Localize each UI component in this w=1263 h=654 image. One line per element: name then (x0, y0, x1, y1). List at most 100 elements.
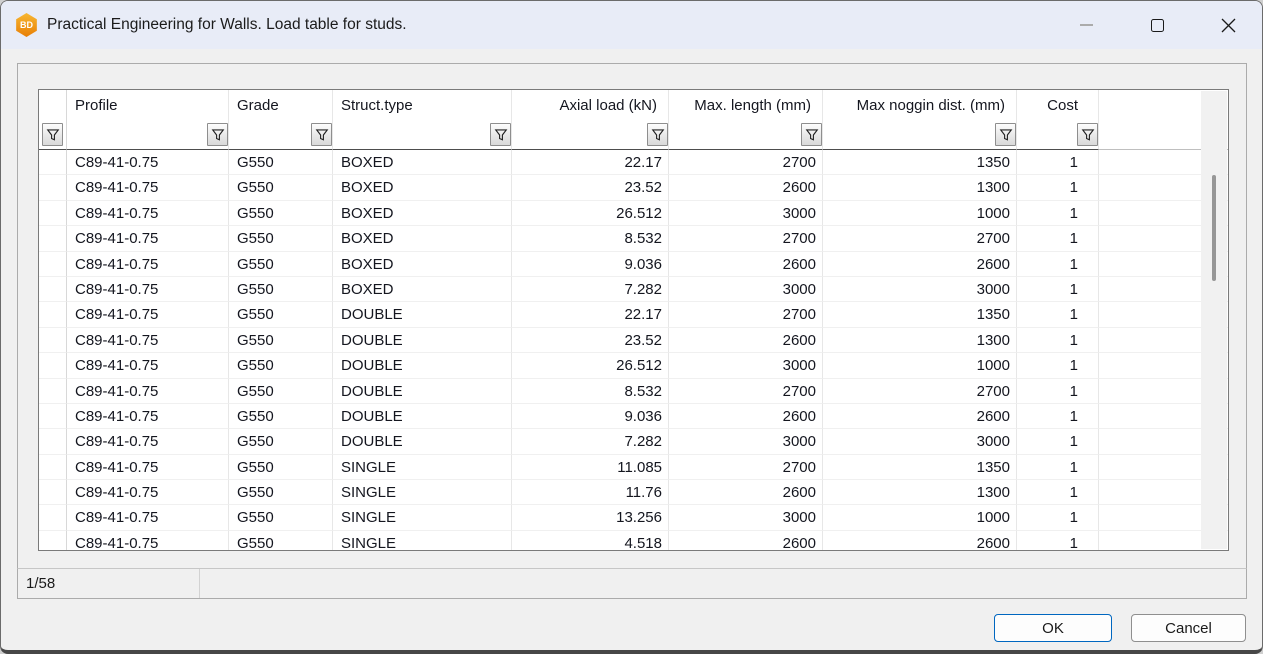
filter-button-cost[interactable] (1077, 123, 1098, 146)
row-selector[interactable] (39, 531, 67, 551)
cancel-button[interactable]: Cancel (1131, 614, 1246, 642)
table-row[interactable]: C89-41-0.75G550DOUBLE23.52260013001 (39, 328, 1228, 353)
column-header-cost[interactable]: Cost (1017, 90, 1099, 120)
cell-grade: G550 (229, 429, 333, 454)
table-header-row: ProfileGradeStruct.typeAxial load (kN)Ma… (39, 90, 1228, 120)
row-selector[interactable] (39, 328, 67, 353)
cell-cost: 1 (1017, 505, 1099, 530)
cell-cost: 1 (1017, 277, 1099, 302)
cell-axial-load: 9.036 (512, 252, 669, 277)
close-button[interactable] (1205, 1, 1251, 49)
cell-cost: 1 (1017, 302, 1099, 327)
filter-button-max-length[interactable] (801, 123, 822, 146)
row-selector[interactable] (39, 252, 67, 277)
cell-grade: G550 (229, 175, 333, 200)
cell-cost: 1 (1017, 226, 1099, 251)
filter-cell-max-noggin-dist[interactable] (823, 120, 1017, 150)
cell-struct-type: SINGLE (333, 531, 512, 551)
cell-profile: C89-41-0.75 (67, 480, 229, 505)
table-row[interactable]: C89-41-0.75G550BOXED9.036260026001 (39, 252, 1228, 277)
cell-profile: C89-41-0.75 (67, 379, 229, 404)
cell-cost: 1 (1017, 175, 1099, 200)
cell-grade: G550 (229, 328, 333, 353)
cell-cost: 1 (1017, 328, 1099, 353)
cell-grade: G550 (229, 531, 333, 551)
filter-cell-max-length[interactable] (669, 120, 823, 150)
table-row[interactable]: C89-41-0.75G550BOXED22.17270013501 (39, 150, 1228, 175)
row-selector[interactable] (39, 404, 67, 429)
table-row[interactable]: C89-41-0.75G550DOUBLE9.036260026001 (39, 404, 1228, 429)
scrollbar-thumb[interactable] (1212, 175, 1216, 281)
filter-cell-axial-load[interactable] (512, 120, 669, 150)
cell-cost: 1 (1017, 353, 1099, 378)
row-selector[interactable] (39, 353, 67, 378)
row-selector[interactable] (39, 201, 67, 226)
cell-max-noggin-dist: 1000 (823, 201, 1017, 226)
filter-button-axial-load[interactable] (647, 123, 668, 146)
table-row[interactable]: C89-41-0.75G550BOXED26.512300010001 (39, 201, 1228, 226)
cell-struct-type: DOUBLE (333, 302, 512, 327)
column-header-grade[interactable]: Grade (229, 90, 333, 120)
funnel-icon (46, 128, 60, 142)
row-selector[interactable] (39, 505, 67, 530)
filter-cell-grade[interactable] (229, 120, 333, 150)
close-icon (1221, 18, 1236, 33)
table-row[interactable]: C89-41-0.75G550BOXED8.532270027001 (39, 226, 1228, 251)
row-selector[interactable] (39, 302, 67, 327)
cell-profile: C89-41-0.75 (67, 531, 229, 551)
maximize-icon (1151, 19, 1164, 32)
minimize-button[interactable] (1063, 1, 1109, 49)
cell-axial-load: 8.532 (512, 226, 669, 251)
filter-cell-profile[interactable] (67, 120, 229, 150)
table-filter-row (39, 120, 1228, 150)
app-icon: BD (15, 13, 38, 37)
column-header-profile[interactable]: Profile (67, 90, 229, 120)
cell-grade: G550 (229, 226, 333, 251)
cell-axial-load: 13.256 (512, 505, 669, 530)
table-row[interactable]: C89-41-0.75G550SINGLE13.256300010001 (39, 505, 1228, 530)
table-row[interactable]: C89-41-0.75G550SINGLE11.085270013501 (39, 455, 1228, 480)
row-selector[interactable] (39, 379, 67, 404)
column-header-axial-load[interactable]: Axial load (kN) (512, 90, 669, 120)
cell-max-length: 2700 (669, 302, 823, 327)
row-selector[interactable] (39, 175, 67, 200)
cell-struct-type: DOUBLE (333, 328, 512, 353)
table-row[interactable]: C89-41-0.75G550DOUBLE8.532270027001 (39, 379, 1228, 404)
cell-grade: G550 (229, 505, 333, 530)
cell-struct-type: DOUBLE (333, 379, 512, 404)
cell-profile: C89-41-0.75 (67, 226, 229, 251)
row-selector[interactable] (39, 226, 67, 251)
cell-max-noggin-dist: 1000 (823, 353, 1017, 378)
minimize-icon (1080, 24, 1093, 26)
ok-button[interactable]: OK (994, 614, 1112, 642)
filter-button-selector[interactable] (42, 123, 63, 146)
filter-button-profile[interactable] (207, 123, 228, 146)
cell-axial-load: 23.52 (512, 328, 669, 353)
cell-axial-load: 26.512 (512, 201, 669, 226)
column-header-max-noggin-dist[interactable]: Max noggin dist. (mm) (823, 90, 1017, 120)
cell-axial-load: 8.532 (512, 379, 669, 404)
filter-cell-cost[interactable] (1017, 120, 1099, 150)
row-selector[interactable] (39, 277, 67, 302)
filter-cell-struct-type[interactable] (333, 120, 512, 150)
column-header-struct-type[interactable]: Struct.type (333, 90, 512, 120)
table-row[interactable]: C89-41-0.75G550BOXED7.282300030001 (39, 277, 1228, 302)
table-row[interactable]: C89-41-0.75G550DOUBLE26.512300010001 (39, 353, 1228, 378)
filter-button-struct-type[interactable] (490, 123, 511, 146)
table-row[interactable]: C89-41-0.75G550BOXED23.52260013001 (39, 175, 1228, 200)
filter-button-max-noggin-dist[interactable] (995, 123, 1016, 146)
table-row[interactable]: C89-41-0.75G550DOUBLE22.17270013501 (39, 302, 1228, 327)
row-selector[interactable] (39, 150, 67, 175)
vertical-scrollbar[interactable] (1201, 91, 1227, 549)
table-row[interactable]: C89-41-0.75G550SINGLE11.76260013001 (39, 480, 1228, 505)
maximize-button[interactable] (1134, 1, 1180, 49)
cell-max-length: 3000 (669, 505, 823, 530)
row-selector[interactable] (39, 480, 67, 505)
row-selector[interactable] (39, 455, 67, 480)
filter-button-grade[interactable] (311, 123, 332, 146)
column-header-max-length[interactable]: Max. length (mm) (669, 90, 823, 120)
table-row[interactable]: C89-41-0.75G550DOUBLE7.282300030001 (39, 429, 1228, 454)
row-selector[interactable] (39, 429, 67, 454)
titlebar[interactable]: BD Practical Engineering for Walls. Load… (1, 1, 1262, 49)
table-row[interactable]: C89-41-0.75G550SINGLE4.518260026001 (39, 531, 1228, 551)
